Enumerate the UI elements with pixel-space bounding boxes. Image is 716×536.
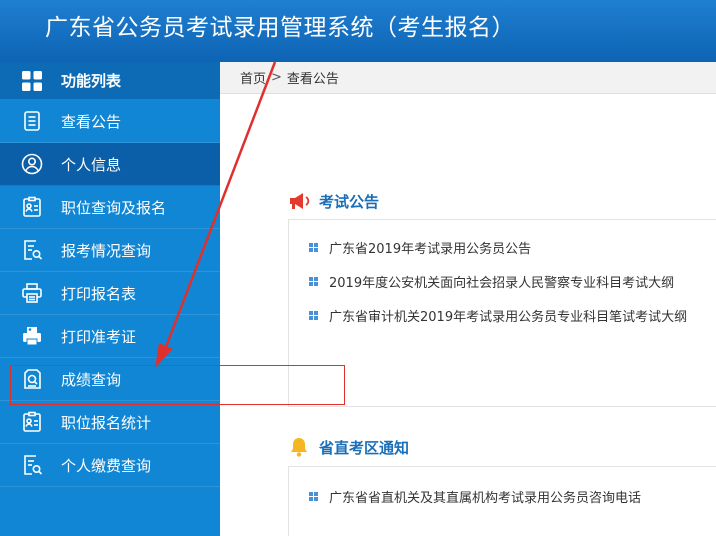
notice-link[interactable]: 2019年度公安机关面向社会招录人民警察专业科目考试大纲	[329, 272, 674, 291]
breadcrumb-home[interactable]: 首页	[240, 68, 266, 87]
user-circle-icon	[20, 152, 44, 176]
grid-icon	[20, 69, 44, 93]
megaphone-icon	[288, 190, 312, 212]
grid-bullet-icon	[309, 491, 318, 501]
sidebar-item-label: 报考情况查询	[61, 241, 152, 260]
sidebar-item-application-status[interactable]: 报考情况查询	[0, 229, 220, 272]
score-search-icon	[20, 367, 44, 391]
app-title: 广东省公务员考试录用管理系统（考生报名）	[45, 15, 515, 41]
sidebar: 功能列表 查看公告 个人信息 职位查询及报名 报考情况查询 打印报名表 打印准考…	[0, 62, 220, 536]
main-content: 首页 > 查看公告 考试公告 广东省2019年考试录用公务员公告 2019年度公…	[220, 62, 716, 536]
breadcrumb-separator: >	[271, 70, 282, 85]
sidebar-header: 功能列表	[0, 62, 220, 100]
list-item[interactable]: 广东省审计机关2019年考试录用公务员专业科目笔试考试大纲	[289, 298, 716, 332]
sidebar-item-label: 职位报名统计	[61, 413, 152, 432]
id-card-icon	[20, 410, 44, 434]
sidebar-item-print-form[interactable]: 打印报名表	[0, 272, 220, 315]
printer-icon	[20, 281, 44, 305]
breadcrumb: 首页 > 查看公告	[220, 62, 716, 94]
document-search-icon	[20, 453, 44, 477]
sidebar-header-label: 功能列表	[61, 72, 122, 90]
sidebar-item-position-search[interactable]: 职位查询及报名	[0, 186, 220, 229]
list-item[interactable]: 广东省2019年考试录用公务员公告	[289, 230, 716, 264]
notice-link[interactable]: 广东省2019年考试录用公务员公告	[329, 238, 531, 257]
sidebar-item-label: 个人信息	[61, 155, 122, 174]
provincial-notice-label: 省直考区通知	[319, 438, 410, 457]
list-item[interactable]: 广东省省直机关及其直属机构考试录用公务员咨询电话	[289, 479, 716, 513]
grid-bullet-icon	[309, 242, 318, 252]
sidebar-item-score-query[interactable]: 成绩查询	[0, 358, 220, 401]
list-item[interactable]: 2019年度公安机关面向社会招录人民警察专业科目考试大纲	[289, 264, 716, 298]
sidebar-item-label: 打印报名表	[61, 284, 137, 303]
exam-notice-label: 考试公告	[319, 192, 380, 211]
provincial-notice-title: 省直考区通知	[288, 436, 409, 458]
sidebar-item-personal-info[interactable]: 个人信息	[0, 143, 220, 186]
document-search-icon	[20, 238, 44, 262]
grid-bullet-icon	[309, 310, 318, 320]
id-card-icon	[20, 195, 44, 219]
sidebar-item-label: 个人缴费查询	[61, 456, 152, 475]
sidebar-item-print-admission[interactable]: 打印准考证	[0, 315, 220, 358]
notice-link[interactable]: 广东省审计机关2019年考试录用公务员专业科目笔试考试大纲	[329, 306, 687, 325]
exam-notice-panel: 广东省2019年考试录用公务员公告 2019年度公安机关面向社会招录人民警察专业…	[288, 219, 716, 407]
printer-id-icon	[20, 324, 44, 348]
sidebar-item-view-notices[interactable]: 查看公告	[0, 100, 220, 143]
sidebar-item-label: 职位查询及报名	[61, 198, 167, 217]
sidebar-item-payment-query[interactable]: 个人缴费查询	[0, 444, 220, 487]
breadcrumb-current: 查看公告	[286, 72, 339, 87]
provincial-notice-panel: 广东省省直机关及其直属机构考试录用公务员咨询电话	[288, 466, 716, 536]
sidebar-item-position-stats[interactable]: 职位报名统计	[0, 401, 220, 444]
bell-icon	[288, 436, 312, 458]
exam-notice-title: 考试公告	[288, 190, 379, 212]
app-header: 广东省公务员考试录用管理系统（考生报名）	[0, 0, 716, 62]
grid-bullet-icon	[309, 276, 318, 286]
document-list-icon	[20, 109, 44, 133]
sidebar-item-label: 查看公告	[61, 112, 122, 131]
sidebar-item-label: 打印准考证	[61, 327, 137, 346]
notice-link[interactable]: 广东省省直机关及其直属机构考试录用公务员咨询电话	[329, 487, 641, 506]
sidebar-item-label: 成绩查询	[61, 370, 122, 389]
